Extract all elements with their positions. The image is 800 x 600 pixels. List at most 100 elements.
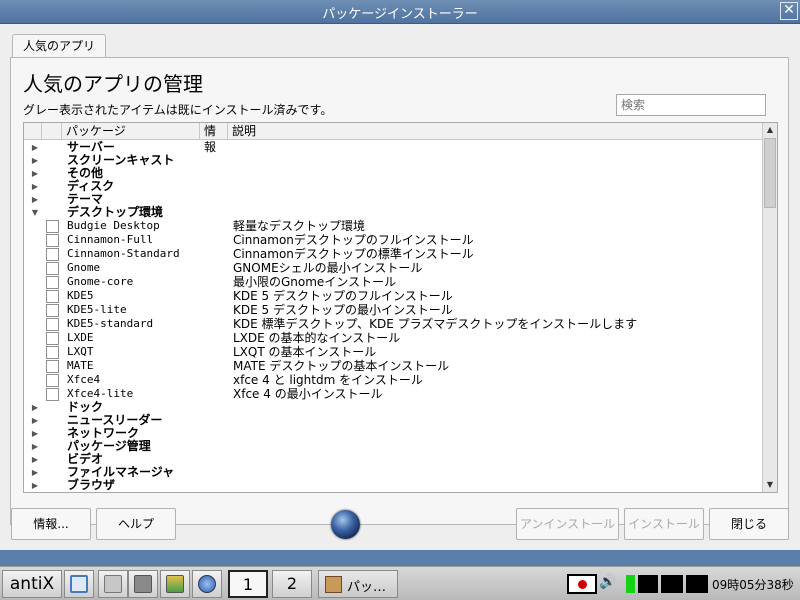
header-description[interactable]: 説明 bbox=[228, 123, 763, 139]
category-row[interactable]: ▼ デスクトップ環境 bbox=[24, 206, 763, 219]
package-checkbox[interactable] bbox=[46, 304, 59, 317]
page-title: 人気のアプリの管理 bbox=[23, 72, 203, 96]
uninstall-button[interactable]: アンインストール bbox=[516, 508, 619, 540]
package-checkbox[interactable] bbox=[46, 234, 59, 247]
keyboard-layout-icon[interactable] bbox=[567, 574, 597, 594]
package-checkbox[interactable] bbox=[46, 388, 59, 401]
package-description: MATE デスクトップの基本インストール bbox=[233, 359, 450, 373]
package-description: KDE 5 デスクトップのフルインストール bbox=[233, 289, 453, 303]
package-name: Cinnamon-Full bbox=[67, 233, 154, 246]
category-row[interactable]: ▶ パッケージ管理 bbox=[24, 440, 763, 453]
show-desktop-button[interactable] bbox=[64, 570, 94, 598]
expand-arrow-icon[interactable]: ▶ bbox=[30, 141, 40, 154]
package-description: KDE 5 デスクトップの最小インストール bbox=[233, 303, 453, 317]
launcher-browser[interactable] bbox=[192, 570, 222, 598]
package-description: LXDE の基本的なインストール bbox=[233, 331, 401, 345]
package-name: Gnome-core bbox=[67, 275, 134, 288]
package-name: Xfce4 bbox=[67, 373, 101, 386]
package-tree[interactable]: パッケージ 情報 説明 ▶ サーバー ▶ スクリーンキャスト ▶ その他 ▶ ディスク … bbox=[23, 122, 778, 493]
package-name: LXQT bbox=[67, 345, 94, 358]
category-row[interactable]: ▶ ブラウザ bbox=[24, 479, 763, 492]
expand-arrow-icon[interactable]: ▶ bbox=[30, 479, 40, 492]
package-row[interactable]: Gnome GNOMEシェルの最小インストール bbox=[24, 261, 763, 275]
package-name: KDE5-standard bbox=[67, 317, 154, 330]
close-button[interactable]: 閉じる bbox=[709, 508, 789, 540]
tab-popular-apps[interactable]: 人気のアプリ bbox=[12, 34, 106, 58]
expand-arrow-icon[interactable]: ▶ bbox=[30, 401, 40, 414]
volume-icon[interactable]: 🔊 bbox=[599, 574, 616, 590]
package-row[interactable]: Gnome-core 最小限のGnomeインストール bbox=[24, 275, 763, 289]
package-description: LXQT の基本インストール bbox=[233, 345, 377, 359]
package-name: Cinnamon-Standard bbox=[67, 247, 180, 260]
install-button[interactable]: インストール bbox=[624, 508, 704, 540]
category-row[interactable]: ▶ ディスク bbox=[24, 180, 763, 193]
package-checkbox[interactable] bbox=[46, 290, 59, 303]
installer-icon bbox=[104, 575, 122, 593]
header-package[interactable]: パッケージ bbox=[62, 123, 200, 139]
expand-arrow-icon[interactable]: ▶ bbox=[30, 453, 40, 466]
package-name: MATE bbox=[67, 359, 94, 372]
swap-meter bbox=[661, 575, 683, 593]
package-checkbox[interactable] bbox=[46, 360, 59, 373]
package-row[interactable]: KDE5-lite KDE 5 デスクトップの最小インストール bbox=[24, 303, 763, 317]
package-checkbox[interactable] bbox=[46, 346, 59, 359]
header-info[interactable]: 情報 bbox=[200, 123, 228, 154]
expand-arrow-icon[interactable]: ▶ bbox=[30, 180, 40, 193]
package-row[interactable]: Budgie Desktop 軽量なデスクトップ環境 bbox=[24, 219, 763, 233]
package-checkbox[interactable] bbox=[46, 374, 59, 387]
package-description: 最小限のGnomeインストール bbox=[233, 275, 397, 289]
launcher-installer[interactable] bbox=[98, 570, 128, 598]
scroll-up-icon[interactable]: ▲ bbox=[763, 123, 777, 137]
workspace-2[interactable]: 2 bbox=[272, 570, 312, 598]
page-subtitle: グレー表示されたアイテムは既にインストール済みです。 bbox=[23, 103, 333, 117]
expand-arrow-icon[interactable]: ▶ bbox=[30, 427, 40, 440]
scroll-thumb[interactable] bbox=[764, 138, 776, 208]
category-label: デスクトップ環境 bbox=[67, 205, 164, 219]
package-description: Cinnamonデスクトップの標準インストール bbox=[233, 247, 474, 261]
package-checkbox[interactable] bbox=[46, 262, 59, 275]
category-row[interactable]: ▶ ファイルマネージャ bbox=[24, 466, 763, 479]
package-checkbox[interactable] bbox=[46, 276, 59, 289]
start-menu-button[interactable]: antiX bbox=[2, 570, 62, 598]
package-row[interactable]: KDE5 KDE 5 デスクトップのフルインストール bbox=[24, 289, 763, 303]
package-row[interactable]: Xfce4-lite Xfce 4 の最小インストール bbox=[24, 387, 763, 401]
scroll-down-icon[interactable]: ▼ bbox=[763, 478, 777, 492]
package-row[interactable]: Xfce4 xfce 4 と lightdm をインストール bbox=[24, 373, 763, 387]
header-checkbox-column bbox=[42, 123, 62, 139]
help-button[interactable]: ヘルプ bbox=[96, 508, 176, 540]
expand-arrow-icon[interactable]: ▶ bbox=[30, 440, 40, 453]
package-row[interactable]: LXQT LXQT の基本インストール bbox=[24, 345, 763, 359]
launcher-file-manager[interactable] bbox=[160, 570, 190, 598]
package-checkbox[interactable] bbox=[46, 220, 59, 233]
expand-arrow-icon[interactable]: ▶ bbox=[30, 193, 40, 206]
package-checkbox[interactable] bbox=[46, 248, 59, 261]
info-button[interactable]: 情報... bbox=[11, 508, 91, 540]
workspace-1[interactable]: 1 bbox=[228, 570, 268, 598]
package-description: GNOMEシェルの最小インストール bbox=[233, 261, 423, 275]
clock: 09時05分38秒 bbox=[712, 578, 794, 592]
search-input[interactable] bbox=[616, 94, 766, 116]
package-name: Xfce4-lite bbox=[67, 387, 134, 400]
launcher-eject[interactable] bbox=[128, 570, 158, 598]
collapse-arrow-icon[interactable]: ▼ bbox=[30, 206, 40, 219]
package-checkbox[interactable] bbox=[46, 318, 59, 331]
expand-arrow-icon[interactable]: ▶ bbox=[30, 154, 40, 167]
expand-arrow-icon[interactable]: ▶ bbox=[30, 466, 40, 479]
header-expander-column bbox=[24, 123, 42, 139]
category-row[interactable]: ▶ その他 bbox=[24, 167, 763, 180]
package-row[interactable]: Cinnamon-Full Cinnamonデスクトップのフルインストール bbox=[24, 233, 763, 247]
package-row[interactable]: MATE MATE デスクトップの基本インストール bbox=[24, 359, 763, 373]
package-name: KDE5-lite bbox=[67, 303, 127, 316]
category-row[interactable]: ▶ スクリーンキャスト bbox=[24, 154, 763, 167]
task-package-installer[interactable]: パッ… bbox=[318, 570, 398, 598]
task-label: パッ… bbox=[347, 580, 387, 595]
expand-arrow-icon[interactable]: ▶ bbox=[30, 167, 40, 180]
vertical-scrollbar[interactable]: ▲ ▼ bbox=[762, 123, 777, 492]
tree-rows: ▶ サーバー ▶ スクリーンキャスト ▶ その他 ▶ ディスク ▶ テーマ ▼ デスクトップ… bbox=[24, 141, 763, 492]
package-row[interactable]: Cinnamon-Standard Cinnamonデスクトップの標準インストール bbox=[24, 247, 763, 261]
package-row[interactable]: KDE5-standard KDE 標準デスクトップ、KDE プラズマデスクトップ… bbox=[24, 317, 763, 331]
package-checkbox[interactable] bbox=[46, 332, 59, 345]
expand-arrow-icon[interactable]: ▶ bbox=[30, 414, 40, 427]
package-row[interactable]: LXDE LXDE の基本的なインストール bbox=[24, 331, 763, 345]
close-window-icon[interactable]: ✕ bbox=[780, 2, 798, 20]
